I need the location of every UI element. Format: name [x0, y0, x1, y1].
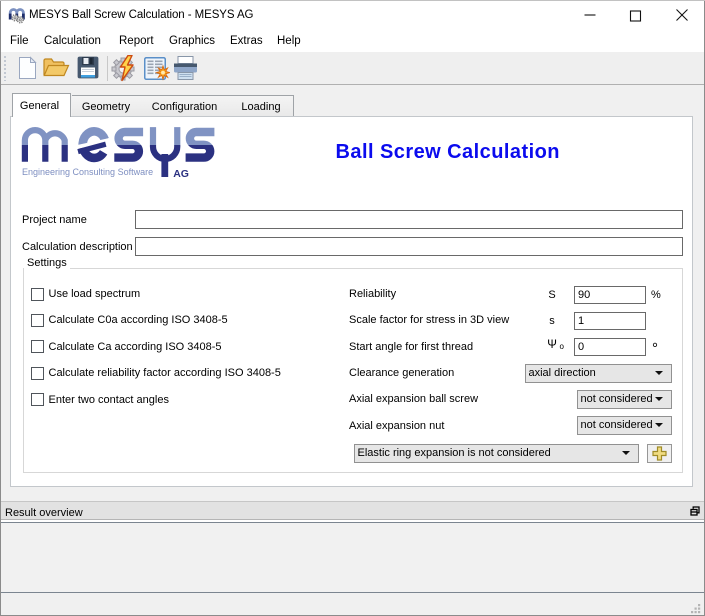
svg-text:AG: AG: [173, 168, 189, 180]
